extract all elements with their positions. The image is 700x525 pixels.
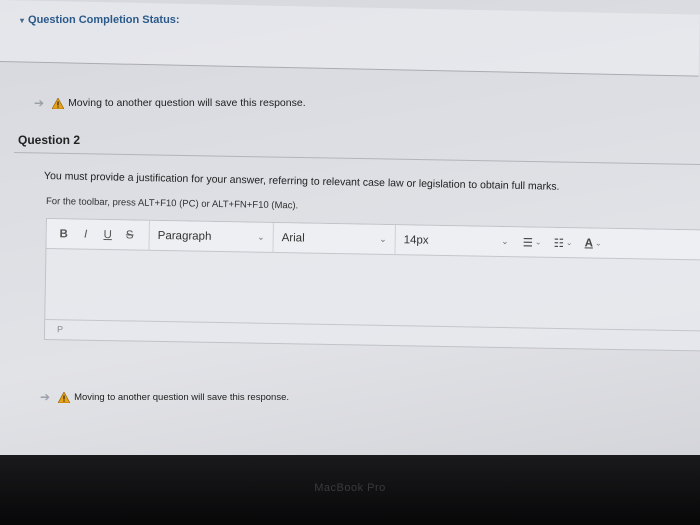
chevron-down-icon: ⌄ — [379, 233, 387, 244]
warning-icon — [52, 97, 65, 109]
text-color-icon: A — [584, 236, 594, 250]
arrow-icon: ➔ — [40, 390, 51, 404]
rich-text-editor: B I U S Paragraph ⌄ Arial ⌄ 14px ⌄ ☰ ⌄ ☷ — [43, 218, 700, 352]
chevron-down-icon: ⌄ — [257, 231, 265, 242]
chevron-down-icon[interactable]: ▾ — [20, 16, 24, 25]
question-completion-status[interactable]: ▾ Question Completion Status: — [20, 14, 180, 26]
screen: ▾ Question Completion Status: ➔ Moving t… — [0, 0, 700, 462]
numbered-list-icon: ☷ — [553, 237, 565, 250]
arrow-icon: ➔ — [34, 96, 45, 110]
question-title: Question 2 — [18, 133, 81, 147]
status-label: Question Completion Status: — [28, 14, 180, 26]
bold-button[interactable]: B — [53, 228, 75, 240]
numbered-list-button[interactable]: ☷ ⌄ — [548, 235, 579, 250]
divider — [13, 152, 700, 166]
chevron-down-icon: ⌄ — [534, 237, 542, 247]
save-notice-top: ➔ Moving to another question will save t… — [34, 96, 306, 110]
toolbar-hint: For the toolbar, press ALT+F10 (PC) or A… — [45, 196, 299, 212]
chevron-down-icon: ⌄ — [565, 238, 573, 248]
status-panel — [0, 0, 700, 77]
element-path: P — [56, 324, 64, 335]
paragraph-format-value: Paragraph — [157, 229, 212, 243]
question-text: You must provide a justification for you… — [43, 170, 560, 193]
device-brand: MacBook Pro — [314, 482, 386, 494]
font-size-select[interactable]: 14px ⌄ — [394, 224, 517, 257]
notice-text: Moving to another question will save thi… — [74, 391, 289, 403]
text-color-button[interactable]: A ⌄ — [579, 237, 608, 250]
save-notice-bottom: ➔ Moving to another question will save t… — [40, 390, 289, 404]
notice-text: Moving to another question will save thi… — [68, 97, 306, 109]
underline-button[interactable]: U — [97, 228, 119, 241]
strikethrough-button[interactable]: S — [119, 229, 141, 241]
font-family-value: Arial — [281, 231, 305, 245]
font-family-select[interactable]: Arial ⌄ — [272, 222, 395, 255]
bullet-list-icon: ☰ — [522, 236, 534, 250]
warning-icon — [58, 391, 71, 403]
italic-button[interactable]: I — [75, 228, 97, 240]
chevron-down-icon: ⌄ — [501, 235, 509, 247]
font-size-value: 14px — [403, 233, 429, 247]
editor-text-area[interactable] — [45, 249, 700, 331]
bullet-list-button[interactable]: ☰ ⌄ — [517, 235, 548, 250]
paragraph-format-select[interactable]: Paragraph ⌄ — [148, 220, 273, 253]
chevron-down-icon: ⌄ — [594, 238, 602, 248]
